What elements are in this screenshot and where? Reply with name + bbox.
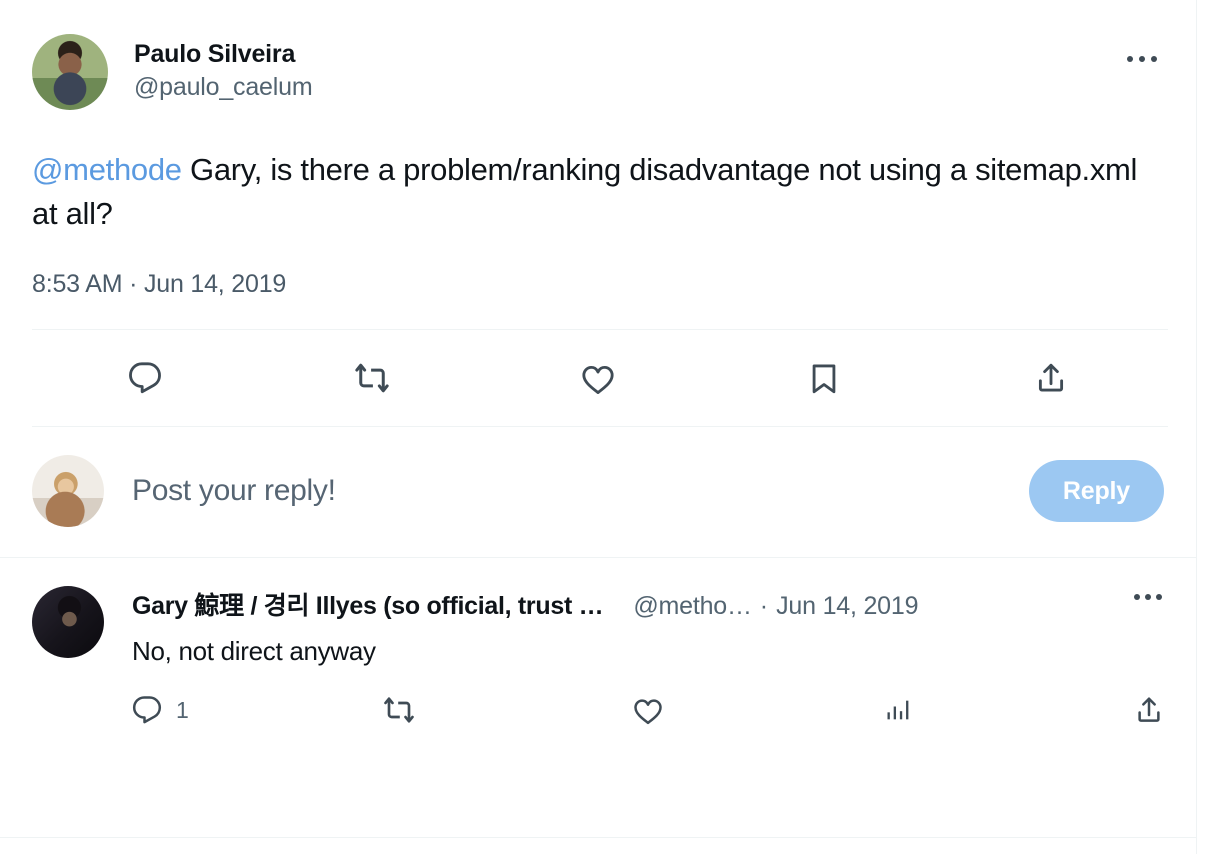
avatar-image — [32, 586, 104, 658]
dot-icon — [1151, 56, 1157, 62]
heart-icon — [582, 365, 614, 394]
main-tweet-text: @methode Gary, is there a problem/rankin… — [32, 148, 1164, 236]
retweet-action-button[interactable] — [258, 348, 484, 408]
main-tweet: Paulo Silveira @paulo_caelum @methode Ga… — [0, 0, 1196, 329]
like-action-button[interactable] — [633, 695, 884, 725]
reply-icon — [132, 696, 162, 724]
heart-icon — [634, 699, 662, 725]
reply-count: 1 — [176, 696, 189, 723]
dot-icon — [1134, 594, 1140, 600]
share-icon — [1138, 697, 1160, 722]
reply-action-button[interactable] — [32, 348, 258, 408]
avatar[interactable] — [32, 34, 108, 110]
dot-icon — [1156, 594, 1162, 600]
share-action-button[interactable] — [1134, 695, 1164, 725]
avatar[interactable] — [32, 455, 104, 527]
main-tweet-action-bar — [0, 330, 1196, 426]
reply-tweet: Gary 鯨理 / 경리 Illyes (so official, trust … — [0, 558, 1196, 752]
dot-icon — [1139, 56, 1145, 62]
reply-composer: Post your reply! Reply — [0, 427, 1196, 557]
retweet-icon — [383, 697, 414, 723]
retweet-action-button[interactable] — [383, 694, 634, 726]
reply-tweet-text: No, not direct anyway — [132, 636, 376, 666]
tweet-detail-page: Paulo Silveira @paulo_caelum @methode Ga… — [0, 0, 1218, 854]
main-tweet-body: Gary, is there a problem/ranking disadva… — [32, 152, 1138, 231]
bookmark-icon — [813, 364, 836, 394]
like-action-button[interactable] — [485, 348, 711, 408]
reply-author-display-name[interactable]: Gary 鯨理 / 경리 Illyes (so official, trust … — [132, 586, 604, 622]
more-options-button[interactable] — [1118, 42, 1166, 76]
divider — [0, 837, 1196, 838]
share-icon — [1038, 363, 1063, 392]
reply-icon — [129, 362, 162, 394]
main-tweet-author-row: Paulo Silveira @paulo_caelum — [32, 34, 1164, 110]
separator: · — [759, 592, 769, 620]
bookmark-action-button[interactable] — [711, 348, 937, 408]
main-tweet-timestamp[interactable]: 8:53 AM · Jun 14, 2019 — [32, 270, 1164, 329]
reply-timestamp[interactable]: Jun 14, 2019 — [776, 592, 918, 621]
reply-author-handle[interactable]: @metho… — [633, 592, 752, 621]
reply-action-button[interactable]: 1 — [132, 695, 383, 725]
reply-tweet-action-bar: 1 — [132, 694, 1164, 752]
analytics-icon — [887, 700, 908, 720]
author-display-name[interactable]: Paulo Silveira — [134, 38, 312, 70]
reply-more-options-button[interactable] — [1126, 582, 1170, 612]
avatar-image — [32, 34, 108, 110]
retweet-icon — [354, 363, 389, 393]
timeline-column: Paulo Silveira @paulo_caelum @methode Ga… — [0, 0, 1196, 854]
reply-input[interactable]: Post your reply! — [132, 474, 1029, 508]
reply-tweet-header: Gary 鯨理 / 경리 Illyes (so official, trust … — [132, 586, 1164, 622]
dot-icon — [1127, 56, 1133, 62]
column-border — [1196, 0, 1197, 854]
share-action-button[interactable] — [938, 348, 1164, 408]
analytics-action-button[interactable] — [884, 696, 1135, 724]
reply-tweet-body: Gary 鯨理 / 경리 Illyes (so official, trust … — [132, 586, 1164, 752]
author-meta: Paulo Silveira @paulo_caelum — [134, 34, 313, 104]
reply-submit-button[interactable]: Reply — [1028, 460, 1164, 522]
dot-icon — [1145, 594, 1151, 600]
mention-link[interactable]: @methode — [32, 152, 182, 187]
avatar[interactable] — [32, 586, 104, 658]
avatar-image — [32, 455, 104, 527]
author-handle[interactable]: @paulo_caelum — [134, 70, 313, 104]
